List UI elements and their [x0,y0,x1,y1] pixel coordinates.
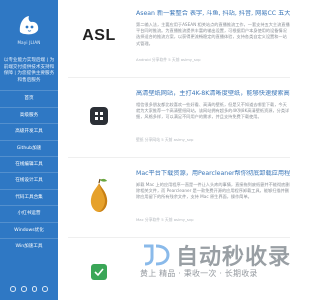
post-thumbnail[interactable]: ASL [70,14,128,58]
site-name: Mayi JLIAN [17,39,41,45]
sidebar-nav: 首页 高级服务 高级开发工具 Github加速 在线编辑工具 在线设计工具 代码… [0,90,58,254]
post-excerpt: 第二输入法，主要应用于ASEAN 相关站点的直播推流工作，一套支持五大主流直播平… [136,21,290,46]
watermark-tagline: 黄上 精品 · 秉收一次 · 长期收录 [140,269,258,278]
social-links [0,286,58,292]
post-excerpt: 卸载 Mac 上的应用程序一直是一件让人头疼的事情，直接拖到废纸篓并不能彻底删除… [136,181,290,200]
post-meta: 壁纸 分享网站 5 天前 aslmy_svp [136,136,194,142]
watermark: 自动秒收录 黄上 精品 · 秉收一次 · 长期收录 [140,240,290,290]
sidebar-item-dev-tools[interactable]: 高级开发工具 [0,123,58,139]
site-intro: 以专业能力实现后端 | 为前端交付提供技术支持和保障 | 为您提供主要服务和售后… [3,58,55,83]
post-card: 高清壁纸网站，主打4K-8K清晰度壁纸，能够快速搜索高质量的图片资源 相信很多朋… [68,84,290,147]
qq-icon[interactable] [31,286,38,292]
post-meta: Android 分享软件 5 天前 aslmy_svp [136,56,201,62]
post-card: ASL Asean 新一套整合 表字, 斗鱼, 抖站, 抖音, 网易CC 五大平… [68,4,290,67]
post-content: 高清壁纸网站，主打4K-8K清晰度壁纸，能够快速搜索高质量的图片资源 相信很多朋… [136,90,290,143]
sidebar-item-win-speed[interactable]: Win加速工具 [0,237,58,254]
post-title[interactable]: Mac平台下载资源，用Pearcleaner帮你彻底卸载应用程序 [136,170,290,179]
sidebar-item-home[interactable]: 首页 [0,90,58,106]
post-card: Mac平台下载资源，用Pearcleaner帮你彻底卸载应用程序 卸载 Mac … [68,164,290,227]
divider [68,237,290,238]
github-icon[interactable] [42,286,48,292]
pear-icon [90,178,108,212]
sidebar-item-code-tools[interactable]: 代码工具合集 [0,188,58,205]
watermark-brand: 自动秒收录 [176,245,292,270]
post-thumbnail[interactable] [70,254,128,298]
green-app-icon [91,264,107,280]
post-thumbnail[interactable] [70,94,128,138]
divider [68,157,290,158]
sidebar: Mayi JLIAN 以专业能力实现后端 | 为前端交付提供技术支持和保障 | … [0,0,58,300]
post-title[interactable]: Asean 新一套整合 表字, 斗鱼, 抖站, 抖音, 网易CC 五大平台 [136,10,290,19]
wallpaper-app-icon [90,107,108,125]
site-logo-icon[interactable] [16,12,42,38]
divider [68,77,290,78]
weibo-icon[interactable] [10,286,16,292]
sidebar-item-windows[interactable]: Windows优化 [0,221,58,238]
post-content: Asean 新一套整合 表字, 斗鱼, 抖站, 抖音, 网易CC 五大平台 第二… [136,10,290,63]
sidebar-item-xiaohongshu[interactable]: 小红书运营 [0,205,58,221]
sidebar-item-github[interactable]: Github加速 [0,139,58,156]
sidebar-item-online-design[interactable]: 在线设计工具 [0,172,58,188]
post-title[interactable]: 高清壁纸网站，主打4K-8K清晰度壁纸，能够快速搜索高质量的图片资源 [136,90,290,99]
logo-area: Mayi JLIAN [0,0,58,56]
post-excerpt: 相信很多朋友都比较喜欢一些好看、高清的壁纸，但是又不知道去哪里下载，今天就为大家… [136,101,290,120]
post-content: Mac平台下载资源，用Pearcleaner帮你彻底卸载应用程序 卸载 Mac … [136,170,290,223]
wechat-icon[interactable] [20,286,27,292]
asl-logo-text: ASL [82,27,116,44]
sidebar-item-online-edit[interactable]: 在线编辑工具 [0,155,58,172]
post-meta: Mac 分享软件 5 天前 aslmy_svp [136,216,194,222]
sidebar-item-advanced-services[interactable]: 高级服务 [0,106,58,123]
post-thumbnail[interactable] [70,174,128,218]
